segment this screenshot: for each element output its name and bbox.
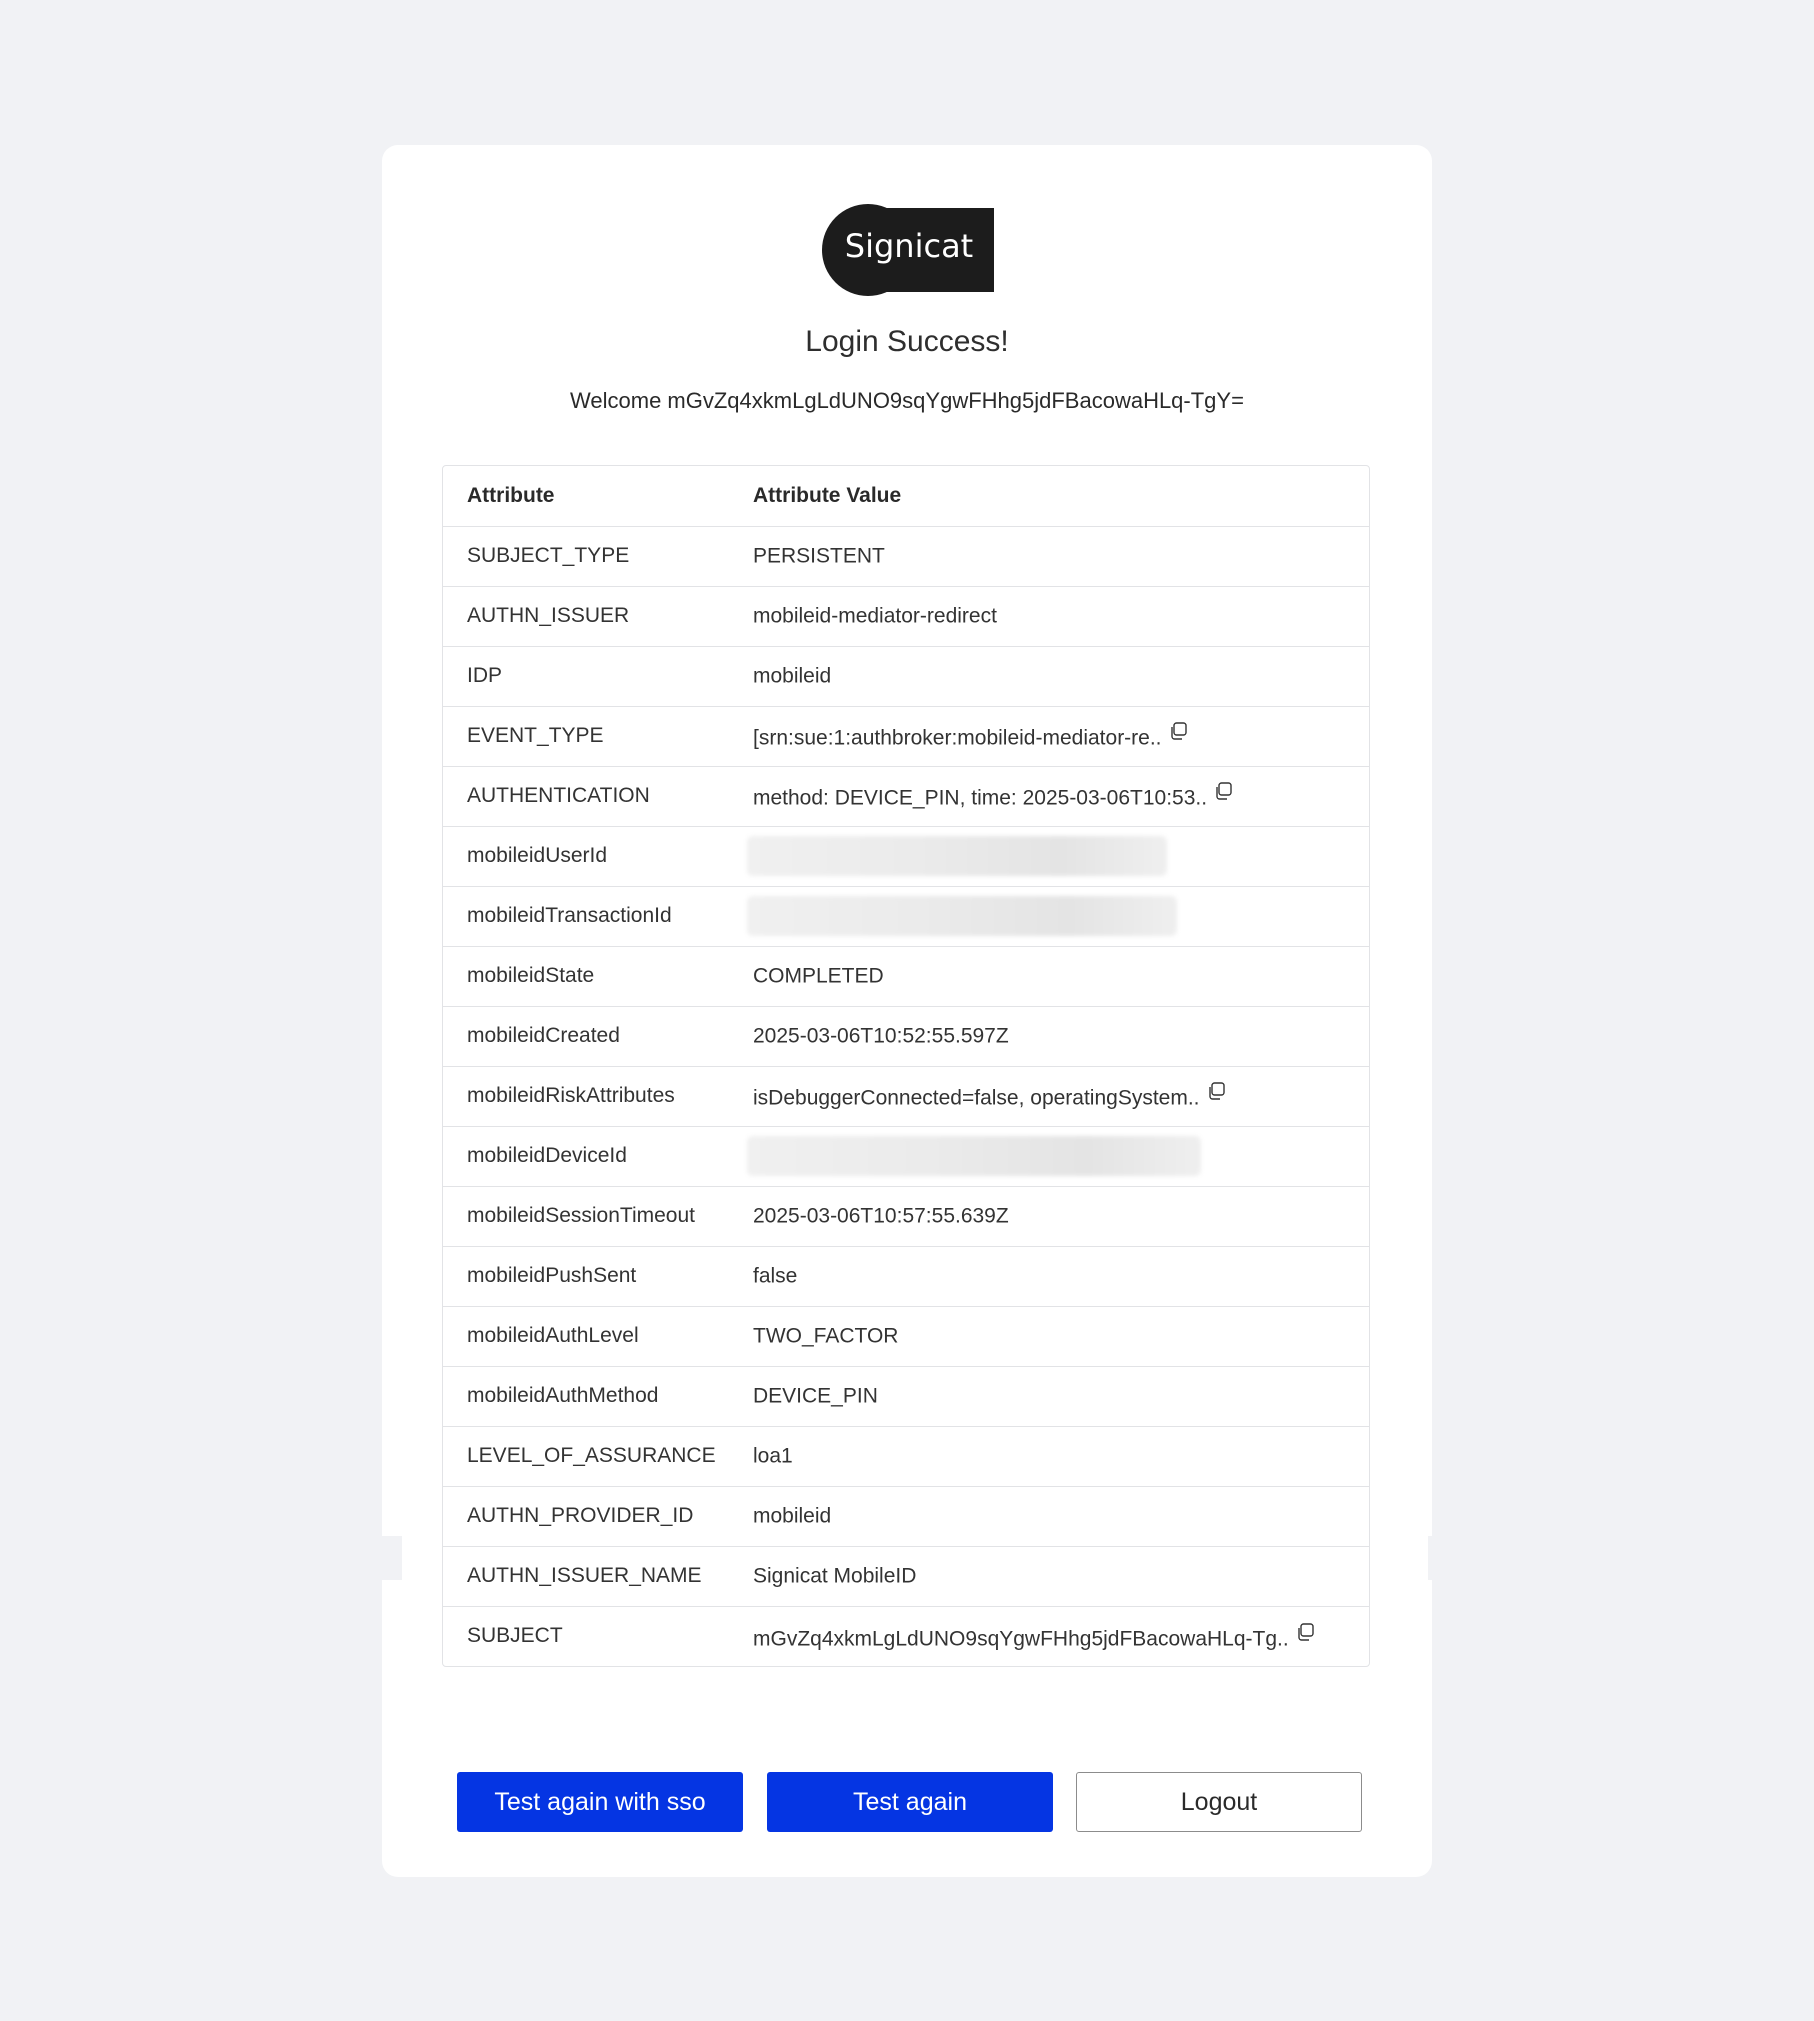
attribute-value-cell: method: DEVICE_PIN, time: 2025-03-06T10:… [729,766,1369,827]
attribute-name-cell: SUBJECT [467,1624,563,1648]
attribute-value-cell [729,826,1369,887]
attribute-value-text: PERSISTENT [753,544,885,568]
copy-icon[interactable] [1206,1081,1226,1101]
table-row: mobileidCreated 2025-03-06T10:52:55.597Z [443,1006,1369,1067]
attribute-value-cell: 2025-03-06T10:52:55.597Z [729,1006,1369,1067]
table-row: mobileidState COMPLETED [443,946,1369,1007]
table-header-row: Attribute Attribute Value [443,466,1369,527]
signicat-logo: Signicat [822,204,994,296]
attribute-value-text: mGvZq4xkmLgLdUNO9sqYgwFHhg5jdFBacowaHLq-… [753,1626,1289,1650]
card-notch-left [342,1536,402,1580]
attribute-name-cell: AUTHN_ISSUER_NAME [443,1546,729,1607]
test-again-with-sso-button[interactable]: Test again with sso [457,1772,743,1832]
attribute-name-cell: mobileidDeviceId [443,1126,729,1187]
logo-text: Signicat [845,227,973,265]
attribute-value-cell: Signicat MobileID [729,1546,1369,1607]
table-row: mobileidSessionTimeout 2025-03-06T10:57:5… [443,1186,1369,1247]
table-row: LEVEL_OF_ASSURANCE loa1 [443,1426,1369,1487]
table-row: IDP mobileid [443,646,1369,707]
redacted-value [747,896,1177,936]
attribute-value-cell: COMPLETED [729,946,1369,1007]
attribute-value-text: Signicat MobileID [753,1564,917,1588]
table-row: AUTHN_PROVIDER_ID mobileid [443,1486,1369,1547]
attribute-value-text: mobileid [753,1504,832,1528]
attribute-value-cell: mobileid [729,646,1369,707]
attribute-value-text: isDebuggerConnected=false, operatingSyst… [753,1086,1200,1110]
table-row: mobileidAuthLevel TWO_FACTOR [443,1306,1369,1367]
redacted-value [747,1136,1201,1176]
attribute-value-text: 2025-03-06T10:57:55.639Z [753,1204,1009,1228]
attribute-value-cell: false [729,1246,1369,1307]
table-row: AUTHN_ISSUER mobileid-mediator-redirect [443,586,1369,647]
attribute-name-cell: SUBJECT_TYPE [443,526,729,587]
attribute-name-cell: mobileidSessionTimeout [443,1186,729,1247]
redacted-value [747,836,1167,876]
logout-button[interactable]: Logout [1076,1772,1362,1832]
attribute-name-cell: EVENT_TYPE [443,706,729,767]
card-notch-right [1428,1536,1468,1580]
table-row: mobileidRiskAttributes isDebuggerConnecte… [443,1066,1369,1127]
test-again-button[interactable]: Test again [767,1772,1053,1832]
table-row: mobileidTransactionId [443,886,1369,947]
table-row: SUBJECT mGvZq4xkmLgLdUNO9sqYgwFHhg5jdFBac… [443,1606,1369,1666]
copy-icon[interactable] [1213,781,1233,801]
attributes-table: Attribute Attribute Value SUBJECT_TYPE PE… [442,465,1370,1667]
login-result-card: Signicat Login Success! Welcome mGvZq4xk… [382,145,1432,1877]
table-row: EVENT_TYPE [srn:sue:1:authbroker:mobileid… [443,706,1369,767]
table-row: mobileidDeviceId [443,1126,1369,1187]
attribute-name-cell: mobileidRiskAttributes [443,1066,729,1127]
attribute-value-text: [srn:sue:1:authbroker:mobileid-mediator-… [753,726,1162,750]
welcome-message: Welcome mGvZq4xkmLgLdUNO9sqYgwFHhg5jdFBa… [570,388,1244,413]
table-row: mobileidAuthMethod DEVICE_PIN [443,1366,1369,1427]
attribute-name-cell: AUTHENTICATION [443,766,729,827]
attribute-value-text: method: DEVICE_PIN, time: 2025-03-06T10:… [753,786,1208,810]
attribute-value-cell: loa1 [729,1426,1369,1487]
attribute-value-text: DEVICE_PIN [753,1384,878,1408]
attribute-name-cell: mobileidAuthMethod [443,1366,729,1427]
attribute-name-cell: mobileidAuthLevel [443,1306,729,1367]
attribute-value-text: COMPLETED [753,964,884,988]
attribute-value-cell: isDebuggerConnected=false, operatingSyst… [729,1066,1369,1127]
attribute-name-cell: AUTHN_ISSUER [443,586,729,647]
attribute-name-cell: IDP [443,646,729,707]
table-row: AUTHENTICATION method: DEVICE_PIN, time: … [443,766,1369,827]
attribute-value-text: false [753,1264,798,1288]
attribute-value-cell: [srn:sue:1:authbroker:mobileid-mediator-… [729,706,1369,767]
table-row: AUTHN_ISSUER_NAME Signicat MobileID [443,1546,1369,1607]
attribute-name-cell: mobileidCreated [443,1006,729,1067]
table-row: SUBJECT_TYPE PERSISTENT [443,526,1369,587]
column-header-attribute: Attribute [443,466,729,527]
attribute-value-text: TWO_FACTOR [753,1324,899,1348]
attribute-value-cell: mGvZq4xkmLgLdUNO9sqYgwFHhg5jdFBacowaHLq-… [729,1606,1369,1666]
attribute-name-cell: mobileidPushSent [443,1246,729,1307]
attribute-value-cell [729,1126,1369,1187]
copy-icon[interactable] [1168,721,1188,741]
attribute-value-cell: DEVICE_PIN [729,1366,1369,1427]
attribute-name-cell: mobileidUserId [443,826,729,887]
attribute-value-text: mobileid [753,664,832,688]
attribute-value-text: mobileid-mediator-redirect [753,604,997,628]
attribute-value-cell: mobileid-mediator-redirect [729,586,1369,647]
attribute-value-text: loa1 [753,1444,793,1468]
copy-icon[interactable] [1295,1622,1315,1642]
attribute-value-cell: mobileid [729,1486,1369,1547]
table-row: mobileidPushSent false [443,1246,1369,1307]
attribute-value-text: 2025-03-06T10:52:55.597Z [753,1024,1009,1048]
attribute-value-cell: TWO_FACTOR [729,1306,1369,1367]
attribute-name-cell: AUTHN_PROVIDER_ID [443,1486,729,1547]
table-row: mobileidUserId [443,826,1369,887]
attribute-value-cell: PERSISTENT [729,526,1369,587]
attribute-value-cell: 2025-03-06T10:57:55.639Z [729,1186,1369,1247]
attribute-name-cell: LEVEL_OF_ASSURANCE [443,1426,729,1487]
column-header-attribute-value: Attribute Value [729,466,1369,527]
attribute-name-cell: mobileidState [443,946,729,1007]
page-title: Login Success! [805,325,1009,358]
attribute-name-cell: mobileidTransactionId [443,886,729,947]
attribute-value-cell [729,886,1369,947]
